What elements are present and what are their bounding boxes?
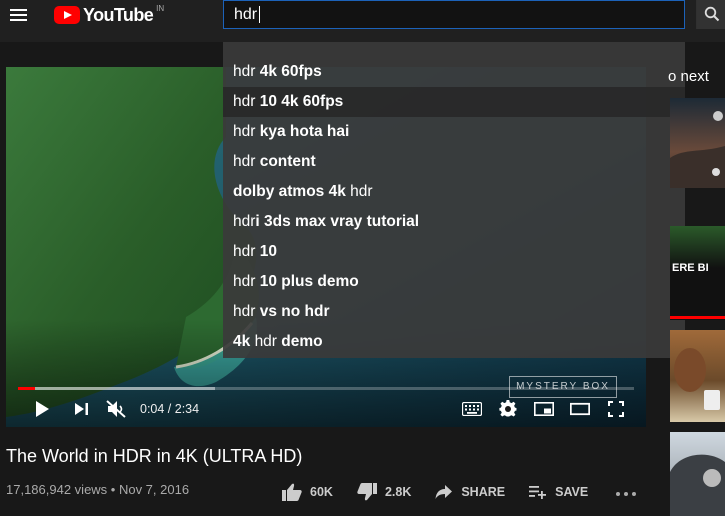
search-input[interactable]: hdr — [223, 0, 685, 29]
suggestion-text: hdr — [233, 153, 256, 170]
suggestion-text: 4k — [233, 333, 255, 350]
share-button[interactable]: SHARE — [435, 478, 505, 506]
suggestion-text: kya hota hai — [255, 123, 350, 140]
search-suggestion[interactable]: hdr 4k 60fps — [223, 57, 685, 87]
subtitles-button[interactable] — [460, 391, 484, 427]
suggestion-text: 4k 60fps — [255, 63, 322, 80]
recommended-thumbnail[interactable] — [670, 432, 725, 516]
suggestion-text: hdr — [254, 333, 277, 350]
search-suggestion[interactable]: hdr vs no hdr — [223, 297, 685, 327]
thumbs-down-icon — [357, 483, 377, 501]
theater-icon — [570, 402, 590, 416]
hamburger-menu-icon[interactable] — [8, 6, 30, 24]
suggestion-text: vs no hdr — [255, 303, 330, 320]
top-bar: YouTube IN hdr — [0, 0, 725, 42]
thumbnail-image — [674, 348, 720, 410]
search-query: hdr — [234, 5, 258, 23]
text-caret — [259, 6, 261, 23]
thumbnail-caption: ERE BI — [672, 262, 709, 274]
suggestion-text: hdr — [350, 183, 373, 200]
watched-progress — [670, 316, 725, 319]
thumbnail-image — [670, 454, 725, 516]
suggestion-text: demo — [276, 333, 323, 350]
suggestion-text: 10 plus demo — [255, 273, 359, 290]
miniplayer-button[interactable] — [532, 391, 556, 427]
suggestion-text: dolby atmos 4k — [233, 183, 351, 200]
youtube-play-icon — [54, 6, 80, 24]
progress-bar[interactable] — [18, 387, 634, 390]
search-suggestion[interactable]: hdr 10 4k 60fps — [223, 87, 685, 117]
more-dots-icon — [616, 492, 620, 496]
suggestion-text: 10 — [255, 243, 277, 260]
up-next-label: o next — [668, 68, 709, 85]
search-suggestion[interactable]: 4k hdr demo — [223, 327, 685, 357]
share-arrow-icon — [435, 485, 453, 499]
search-icon — [704, 6, 720, 22]
thumbnail-image — [670, 111, 725, 188]
search-button[interactable] — [696, 0, 725, 29]
logo-wordmark: YouTube — [83, 4, 154, 25]
region-code: IN — [156, 3, 165, 13]
recommended-thumbnail[interactable] — [670, 98, 725, 188]
video-title: The World in HDR in 4K (ULTRA HD) — [6, 446, 303, 466]
next-button[interactable] — [70, 391, 94, 427]
like-button[interactable]: 60K — [282, 478, 333, 506]
search-suggestions-dropdown: hdr 4k 60fps hdr 10 4k 60fps hdr kya hota … — [223, 42, 685, 358]
search-suggestion[interactable]: hdri 3ds max vray tutorial — [223, 207, 685, 237]
miniplayer-icon — [534, 402, 554, 416]
more-actions-button[interactable] — [614, 483, 638, 503]
dislike-count: 2.8K — [384, 485, 412, 499]
gear-icon — [499, 400, 517, 417]
suggestion-text: hdr — [233, 213, 256, 230]
suggestion-text: i 3ds max vray tutorial — [255, 213, 420, 230]
save-button[interactable]: SAVE — [529, 478, 588, 506]
time-display: 0:04 / 2:34 — [140, 402, 200, 416]
player-controls: 0:04 / 2:34 — [6, 391, 646, 427]
suggestion-text: content — [255, 153, 316, 170]
video-meta: 17,186,942 views • Nov 7, 2016 — [6, 482, 190, 497]
mute-button[interactable] — [104, 391, 128, 427]
play-button[interactable] — [30, 391, 54, 427]
progress-played — [18, 387, 35, 390]
suggestion-text: hdr — [233, 63, 256, 80]
suggestion-text: hdr — [233, 273, 256, 290]
video-actions: 60K 2.8K SHARE SAVE — [282, 478, 588, 506]
youtube-logo[interactable]: YouTube IN — [54, 4, 164, 26]
fullscreen-button[interactable] — [604, 391, 628, 427]
share-label: SHARE — [461, 485, 506, 499]
suggestion-text: 10 4k 60fps — [255, 93, 344, 110]
progress-buffered — [18, 387, 216, 390]
theater-mode-button[interactable] — [568, 391, 592, 427]
play-icon — [36, 401, 49, 417]
like-count: 60K — [310, 485, 333, 499]
fullscreen-icon — [608, 401, 624, 417]
suggestion-text: hdr — [233, 123, 256, 140]
search-suggestion[interactable]: dolby atmos 4k hdr — [223, 177, 685, 207]
recommended-thumbnail[interactable]: ERE BI — [670, 226, 725, 320]
search-suggestion[interactable]: hdr 10 — [223, 237, 685, 267]
recommended-thumbnail[interactable] — [670, 330, 725, 422]
search-suggestion[interactable]: hdr kya hota hai — [223, 117, 685, 147]
thumbs-up-icon — [282, 483, 302, 501]
suggestion-text: hdr — [233, 303, 256, 320]
dislike-button[interactable]: 2.8K — [357, 478, 411, 506]
keyboard-icon — [462, 402, 482, 416]
suggestion-text: hdr — [233, 93, 256, 110]
search-suggestion[interactable]: hdr content — [223, 147, 685, 177]
next-icon — [75, 403, 88, 415]
suggestion-text: hdr — [233, 243, 256, 260]
settings-button[interactable] — [496, 391, 520, 427]
search-suggestion[interactable]: hdr 10 plus demo — [223, 267, 685, 297]
save-label: SAVE — [555, 485, 589, 499]
playlist-add-icon — [529, 486, 547, 499]
muted-speaker-icon — [106, 400, 126, 418]
